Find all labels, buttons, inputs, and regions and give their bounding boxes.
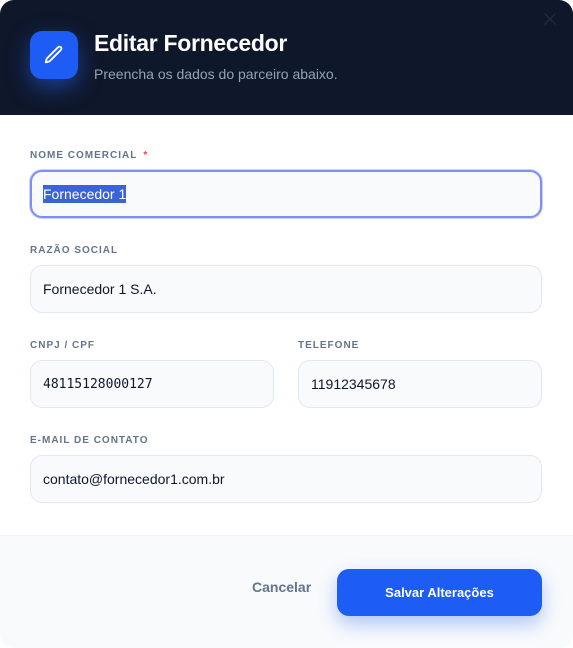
required-mark: * (143, 150, 149, 161)
pencil-icon (30, 31, 78, 79)
telefone-label: TELEFONE (298, 340, 360, 351)
close-icon[interactable] (541, 10, 559, 28)
modal-header: Editar Fornecedor Preencha os dados do p… (0, 0, 573, 115)
nome-comercial-label: NOME COMERCIAL * (30, 150, 148, 161)
email-label: E-MAIL DE CONTATO (30, 435, 149, 446)
nome-comercial-label-text: NOME COMERCIAL (30, 150, 138, 161)
edit-supplier-modal: Editar Fornecedor Preencha os dados do p… (0, 0, 573, 648)
nome-comercial-value: Fornecedor 1 (43, 185, 127, 203)
save-button[interactable]: Salvar Alterações (337, 569, 542, 616)
telefone-input[interactable]: 11912345678 (298, 360, 542, 408)
telefone-value: 11912345678 (311, 376, 396, 392)
email-input[interactable]: contato@fornecedor1.com.br (30, 455, 542, 503)
nome-comercial-input[interactable]: Fornecedor 1 (30, 170, 542, 218)
razao-social-value: Fornecedor 1 S.A. (43, 281, 157, 297)
email-value: contato@fornecedor1.com.br (43, 471, 225, 487)
cancel-button[interactable]: Cancelar (252, 579, 311, 595)
razao-social-label: RAZÃO SOCIAL (30, 245, 119, 256)
cnpj-cpf-input[interactable]: 48115128000127 (30, 360, 274, 408)
cnpj-cpf-value: 48115128000127 (43, 376, 153, 392)
cnpj-cpf-label: CNPJ / CPF (30, 340, 96, 351)
modal-title: Editar Fornecedor (94, 30, 287, 56)
modal-subtitle: Preencha os dados do parceiro abaixo. (94, 66, 338, 82)
razao-social-input[interactable]: Fornecedor 1 S.A. (30, 265, 542, 313)
